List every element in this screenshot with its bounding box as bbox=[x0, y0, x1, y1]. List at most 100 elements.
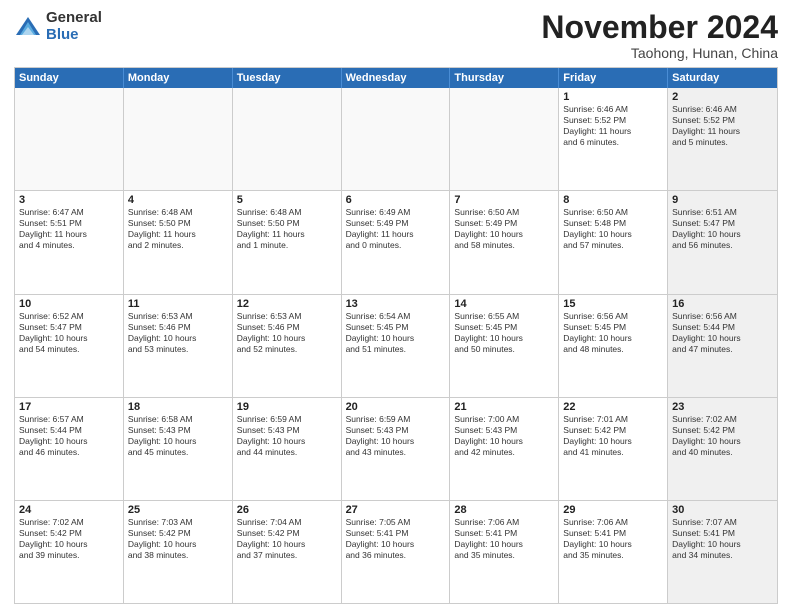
calendar-cell bbox=[124, 88, 233, 190]
calendar-cell: 30Sunrise: 7:07 AM Sunset: 5:41 PM Dayli… bbox=[668, 501, 777, 603]
calendar-cell: 10Sunrise: 6:52 AM Sunset: 5:47 PM Dayli… bbox=[15, 295, 124, 397]
day-info: Sunrise: 6:57 AM Sunset: 5:44 PM Dayligh… bbox=[19, 414, 119, 458]
day-number: 8 bbox=[563, 194, 663, 206]
day-number: 23 bbox=[672, 401, 773, 413]
day-number: 18 bbox=[128, 401, 228, 413]
calendar-cell: 1Sunrise: 6:46 AM Sunset: 5:52 PM Daylig… bbox=[559, 88, 668, 190]
day-number: 5 bbox=[237, 194, 337, 206]
day-info: Sunrise: 6:53 AM Sunset: 5:46 PM Dayligh… bbox=[128, 311, 228, 355]
calendar-cell: 15Sunrise: 6:56 AM Sunset: 5:45 PM Dayli… bbox=[559, 295, 668, 397]
day-info: Sunrise: 7:00 AM Sunset: 5:43 PM Dayligh… bbox=[454, 414, 554, 458]
day-info: Sunrise: 6:58 AM Sunset: 5:43 PM Dayligh… bbox=[128, 414, 228, 458]
calendar: SundayMondayTuesdayWednesdayThursdayFrid… bbox=[14, 67, 778, 604]
calendar-cell: 26Sunrise: 7:04 AM Sunset: 5:42 PM Dayli… bbox=[233, 501, 342, 603]
weekday-header: Tuesday bbox=[233, 68, 342, 88]
calendar-cell: 18Sunrise: 6:58 AM Sunset: 5:43 PM Dayli… bbox=[124, 398, 233, 500]
page: General Blue November 2024 Taohong, Huna… bbox=[0, 0, 792, 612]
day-number: 13 bbox=[346, 298, 446, 310]
header: General Blue November 2024 Taohong, Huna… bbox=[14, 10, 778, 61]
day-info: Sunrise: 7:04 AM Sunset: 5:42 PM Dayligh… bbox=[237, 517, 337, 561]
logo: General Blue bbox=[14, 10, 102, 43]
calendar-cell: 24Sunrise: 7:02 AM Sunset: 5:42 PM Dayli… bbox=[15, 501, 124, 603]
day-info: Sunrise: 6:48 AM Sunset: 5:50 PM Dayligh… bbox=[237, 207, 337, 251]
day-info: Sunrise: 6:56 AM Sunset: 5:45 PM Dayligh… bbox=[563, 311, 663, 355]
day-info: Sunrise: 7:02 AM Sunset: 5:42 PM Dayligh… bbox=[19, 517, 119, 561]
day-number: 6 bbox=[346, 194, 446, 206]
day-number: 30 bbox=[672, 504, 773, 516]
calendar-cell bbox=[342, 88, 451, 190]
calendar-cell: 4Sunrise: 6:48 AM Sunset: 5:50 PM Daylig… bbox=[124, 191, 233, 293]
day-info: Sunrise: 7:03 AM Sunset: 5:42 PM Dayligh… bbox=[128, 517, 228, 561]
day-info: Sunrise: 6:54 AM Sunset: 5:45 PM Dayligh… bbox=[346, 311, 446, 355]
calendar-cell: 7Sunrise: 6:50 AM Sunset: 5:49 PM Daylig… bbox=[450, 191, 559, 293]
calendar-cell: 16Sunrise: 6:56 AM Sunset: 5:44 PM Dayli… bbox=[668, 295, 777, 397]
day-info: Sunrise: 6:48 AM Sunset: 5:50 PM Dayligh… bbox=[128, 207, 228, 251]
calendar-row: 24Sunrise: 7:02 AM Sunset: 5:42 PM Dayli… bbox=[15, 500, 777, 603]
day-info: Sunrise: 6:50 AM Sunset: 5:48 PM Dayligh… bbox=[563, 207, 663, 251]
day-info: Sunrise: 6:46 AM Sunset: 5:52 PM Dayligh… bbox=[672, 104, 773, 148]
day-number: 11 bbox=[128, 298, 228, 310]
day-info: Sunrise: 6:47 AM Sunset: 5:51 PM Dayligh… bbox=[19, 207, 119, 251]
calendar-cell: 5Sunrise: 6:48 AM Sunset: 5:50 PM Daylig… bbox=[233, 191, 342, 293]
day-number: 21 bbox=[454, 401, 554, 413]
day-number: 7 bbox=[454, 194, 554, 206]
calendar-cell: 14Sunrise: 6:55 AM Sunset: 5:45 PM Dayli… bbox=[450, 295, 559, 397]
calendar-cell: 20Sunrise: 6:59 AM Sunset: 5:43 PM Dayli… bbox=[342, 398, 451, 500]
calendar-cell: 27Sunrise: 7:05 AM Sunset: 5:41 PM Dayli… bbox=[342, 501, 451, 603]
calendar-cell: 3Sunrise: 6:47 AM Sunset: 5:51 PM Daylig… bbox=[15, 191, 124, 293]
day-info: Sunrise: 7:07 AM Sunset: 5:41 PM Dayligh… bbox=[672, 517, 773, 561]
calendar-cell: 22Sunrise: 7:01 AM Sunset: 5:42 PM Dayli… bbox=[559, 398, 668, 500]
day-number: 27 bbox=[346, 504, 446, 516]
calendar-cell bbox=[450, 88, 559, 190]
title-block: November 2024 Taohong, Hunan, China bbox=[541, 10, 778, 61]
day-number: 15 bbox=[563, 298, 663, 310]
weekday-header: Monday bbox=[124, 68, 233, 88]
logo-icon bbox=[14, 13, 42, 41]
day-number: 1 bbox=[563, 91, 663, 103]
calendar-cell: 19Sunrise: 6:59 AM Sunset: 5:43 PM Dayli… bbox=[233, 398, 342, 500]
day-info: Sunrise: 7:06 AM Sunset: 5:41 PM Dayligh… bbox=[454, 517, 554, 561]
calendar-cell: 8Sunrise: 6:50 AM Sunset: 5:48 PM Daylig… bbox=[559, 191, 668, 293]
day-info: Sunrise: 6:59 AM Sunset: 5:43 PM Dayligh… bbox=[346, 414, 446, 458]
day-number: 17 bbox=[19, 401, 119, 413]
day-info: Sunrise: 6:53 AM Sunset: 5:46 PM Dayligh… bbox=[237, 311, 337, 355]
day-info: Sunrise: 6:56 AM Sunset: 5:44 PM Dayligh… bbox=[672, 311, 773, 355]
calendar-cell bbox=[15, 88, 124, 190]
day-info: Sunrise: 7:02 AM Sunset: 5:42 PM Dayligh… bbox=[672, 414, 773, 458]
calendar-cell: 11Sunrise: 6:53 AM Sunset: 5:46 PM Dayli… bbox=[124, 295, 233, 397]
calendar-cell: 12Sunrise: 6:53 AM Sunset: 5:46 PM Dayli… bbox=[233, 295, 342, 397]
weekday-header: Saturday bbox=[668, 68, 777, 88]
calendar-cell: 28Sunrise: 7:06 AM Sunset: 5:41 PM Dayli… bbox=[450, 501, 559, 603]
day-number: 25 bbox=[128, 504, 228, 516]
calendar-cell: 2Sunrise: 6:46 AM Sunset: 5:52 PM Daylig… bbox=[668, 88, 777, 190]
weekday-header: Friday bbox=[559, 68, 668, 88]
day-number: 19 bbox=[237, 401, 337, 413]
calendar-row: 3Sunrise: 6:47 AM Sunset: 5:51 PM Daylig… bbox=[15, 190, 777, 293]
day-number: 24 bbox=[19, 504, 119, 516]
day-info: Sunrise: 7:05 AM Sunset: 5:41 PM Dayligh… bbox=[346, 517, 446, 561]
calendar-cell: 21Sunrise: 7:00 AM Sunset: 5:43 PM Dayli… bbox=[450, 398, 559, 500]
day-number: 29 bbox=[563, 504, 663, 516]
day-number: 10 bbox=[19, 298, 119, 310]
day-number: 9 bbox=[672, 194, 773, 206]
calendar-body: 1 Sunrise: 6:46 AM Sunset: 5:52 PM Daylig… bbox=[15, 88, 777, 603]
calendar-row: 17Sunrise: 6:57 AM Sunset: 5:44 PM Dayli… bbox=[15, 397, 777, 500]
day-number: 20 bbox=[346, 401, 446, 413]
logo-text: General Blue bbox=[46, 10, 102, 43]
calendar-cell: 23Sunrise: 7:02 AM Sunset: 5:42 PM Dayli… bbox=[668, 398, 777, 500]
weekday-header: Thursday bbox=[450, 68, 559, 88]
day-number: 12 bbox=[237, 298, 337, 310]
day-info: Sunrise: 6:55 AM Sunset: 5:45 PM Dayligh… bbox=[454, 311, 554, 355]
weekday-header: Sunday bbox=[15, 68, 124, 88]
calendar-cell: 6Sunrise: 6:49 AM Sunset: 5:49 PM Daylig… bbox=[342, 191, 451, 293]
month-title: November 2024 bbox=[541, 10, 778, 45]
calendar-row: 1 Sunrise: 6:46 AM Sunset: 5:52 PM Daylig… bbox=[15, 88, 777, 190]
day-info: Sunrise: 7:06 AM Sunset: 5:41 PM Dayligh… bbox=[563, 517, 663, 561]
day-number: 22 bbox=[563, 401, 663, 413]
day-number: 14 bbox=[454, 298, 554, 310]
day-number: 4 bbox=[128, 194, 228, 206]
day-info: Sunrise: 6:52 AM Sunset: 5:47 PM Dayligh… bbox=[19, 311, 119, 355]
calendar-cell: 25Sunrise: 7:03 AM Sunset: 5:42 PM Dayli… bbox=[124, 501, 233, 603]
day-info: Sunrise: 6:50 AM Sunset: 5:49 PM Dayligh… bbox=[454, 207, 554, 251]
day-number: 28 bbox=[454, 504, 554, 516]
